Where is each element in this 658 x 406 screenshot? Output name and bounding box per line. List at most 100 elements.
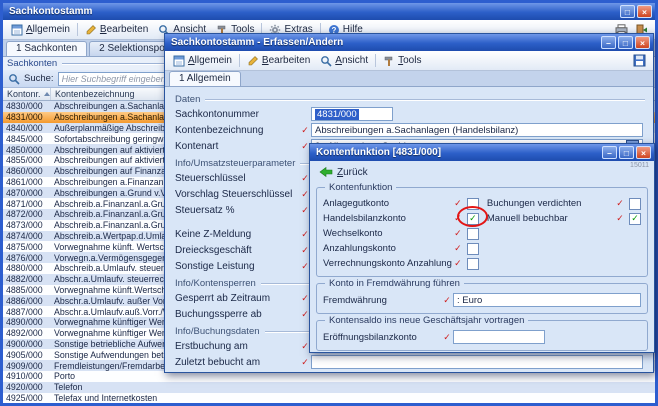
account-number: 4920/000	[3, 382, 51, 392]
edit-titlebar: Sachkontostamm - Erfassen/Ändern – □ ×	[165, 34, 653, 51]
menu-item-label: Bearbeiten	[100, 24, 148, 35]
column-label: Kontonr.	[7, 89, 41, 99]
field-row: Zuletzt bebucht am✓	[175, 354, 645, 370]
menu-item-label: Bearbeiten	[262, 55, 310, 66]
menu-item-bearbeiten[interactable]: Bearbeiten	[80, 20, 153, 39]
sachkontonummer-field[interactable]: 4831/000	[311, 107, 393, 121]
form-icon	[173, 55, 185, 67]
account-number: 4850/000	[3, 145, 51, 155]
column-header-kontonr[interactable]: Kontonr.	[3, 88, 51, 100]
saldo-group: Kontensaldo ins neue Geschäftsjahr vortr…	[316, 320, 648, 351]
hammer-icon	[383, 55, 395, 67]
section-title: Info/Buchungsdaten	[175, 326, 260, 337]
minimize-button[interactable]: –	[601, 36, 616, 49]
main-titlebar: Sachkontostamm □ ×	[3, 3, 655, 20]
checkbox-row: Wechselkonto✓	[323, 226, 479, 241]
field-label: Eröffnungsbilanzkonto	[323, 332, 441, 343]
account-number: 4830/000	[3, 101, 51, 111]
close-button[interactable]: ×	[637, 5, 652, 18]
account-name: Telefax und Internetkosten	[51, 393, 655, 403]
field-label: Gesperrt ab Zeitraum	[175, 293, 299, 304]
field-label: Buchungssperre ab	[175, 309, 299, 320]
anlagegutkonto-checkbox[interactable]	[467, 198, 479, 210]
section-daten: Daten	[175, 93, 645, 106]
menu-item-allgemein[interactable]: Allgemein	[6, 20, 75, 39]
checkbox-label: Manuell bebuchbar	[487, 213, 614, 224]
section-title: Info/Umsatzsteuerparameter	[175, 158, 295, 169]
menu-separator	[239, 54, 240, 67]
verrechnungskonto-anzahlung-checkbox[interactable]	[467, 258, 479, 270]
section-title: Info/Kontensperren	[175, 278, 256, 289]
handelsbilanzkonto-checkbox[interactable]: ✓	[467, 213, 479, 225]
pencil-icon	[85, 24, 97, 36]
checkbox-row: Anzahlungskonto✓	[323, 241, 479, 256]
account-number: 4892/000	[3, 328, 51, 338]
account-number: 4887/000	[3, 307, 51, 317]
search-icon	[8, 73, 20, 85]
eroeffnungsbilanzkonto-field[interactable]	[453, 330, 545, 344]
menu-item-label: Ansicht	[335, 55, 368, 66]
account-number: 4840/000	[3, 123, 51, 133]
close-button[interactable]: ×	[636, 146, 651, 159]
buchungen-verdichten-checkbox[interactable]	[629, 198, 641, 210]
edit-menubar: Allgemein Bearbeiten Ansicht Tools	[165, 51, 653, 71]
maximize-button[interactable]: □	[618, 36, 633, 49]
required-check-icon: ✓	[441, 332, 453, 343]
checkbox-row: Manuell bebuchbar✓✓	[487, 211, 641, 226]
field-row: Kontenbezeichnung ✓ Abschreibungen a.Sac…	[175, 122, 645, 138]
table-row[interactable]: 4920/000Telefon	[3, 382, 655, 393]
table-row[interactable]: 4925/000Telefax und Internetkosten	[3, 393, 655, 404]
tab-allgemein[interactable]: 1 Allgemein	[169, 71, 241, 86]
save-icon[interactable]	[629, 51, 650, 70]
menu-separator	[375, 54, 376, 67]
account-number: 4905/000	[3, 350, 51, 360]
account-number: 4886/000	[3, 296, 51, 306]
menu-item-allgemein[interactable]: Allgemein	[168, 51, 237, 70]
menu-item-ansicht[interactable]: Ansicht	[315, 51, 373, 70]
account-number: 4900/000	[3, 339, 51, 349]
menu-separator	[77, 23, 78, 36]
field-label: Kontenbezeichnung	[175, 125, 299, 136]
required-check-icon: ✓	[452, 243, 464, 254]
required-check-icon: ✓	[452, 198, 464, 209]
account-name: Telefon	[51, 382, 655, 392]
selected-text: 4831/000	[315, 109, 359, 120]
field-label: Erstbuchung am	[175, 341, 299, 352]
field-row: Fremdwährung ✓ : Euro	[323, 292, 641, 308]
back-button[interactable]: Zurück	[316, 163, 390, 181]
checkbox-row: Verrechnungskonto Anzahlung✓	[323, 256, 479, 271]
checkbox-label: Anzahlungskonto	[323, 243, 452, 254]
tab-1-sachkonten[interactable]: 1 Sachkonten	[6, 41, 87, 56]
window-restore-button[interactable]: □	[620, 5, 635, 18]
account-number: 4909/000	[3, 361, 51, 371]
pencil-icon	[247, 55, 259, 67]
manuell-bebuchbar-checkbox[interactable]: ✓	[629, 213, 641, 225]
field-label: Steuerschlüssel	[175, 173, 299, 184]
minimize-button[interactable]: –	[602, 146, 617, 159]
column-header-kontenbezeichnung[interactable]: Kontenbezeichnung	[51, 88, 139, 100]
account-number: 4890/000	[3, 317, 51, 327]
checkbox-label: Anlagegutkonto	[323, 198, 452, 209]
menu-item-tools[interactable]: Tools	[378, 51, 426, 70]
wechselkonto-checkbox[interactable]	[467, 228, 479, 240]
account-number: 4876/000	[3, 253, 51, 263]
account-number: 4885/000	[3, 285, 51, 295]
field-label: Keine Z-Meldung	[175, 229, 299, 240]
menu-item-label: Tools	[398, 55, 421, 66]
menu-item-label: Allgemein	[188, 55, 232, 66]
close-button[interactable]: ×	[635, 36, 650, 49]
account-number: 4873/000	[3, 220, 51, 230]
group-title: Kontenfunktion	[325, 182, 396, 193]
field-label: Vorschlag Steuerschlüssel	[175, 189, 299, 200]
fremdwaehrung-field[interactable]: : Euro	[453, 293, 641, 307]
maximize-button[interactable]: □	[619, 146, 634, 159]
edit-window-title: Sachkontostamm - Erfassen/Ändern	[171, 37, 599, 48]
anzahlungskonto-checkbox[interactable]	[467, 243, 479, 255]
menu-item-bearbeiten[interactable]: Bearbeiten	[242, 51, 315, 70]
zuletzt-bebucht-am-field[interactable]	[311, 355, 643, 369]
required-check-icon: ✓	[441, 295, 453, 306]
kontenbezeichnung-field[interactable]: Abschreibungen a.Sachanlagen (Handelsbil…	[311, 123, 643, 137]
field-label: Sonstige Leistung	[175, 261, 299, 272]
dialog-title: Kontenfunktion [4831/000]	[316, 147, 600, 158]
checkbox-label: Verrechnungskonto Anzahlung	[323, 258, 452, 269]
